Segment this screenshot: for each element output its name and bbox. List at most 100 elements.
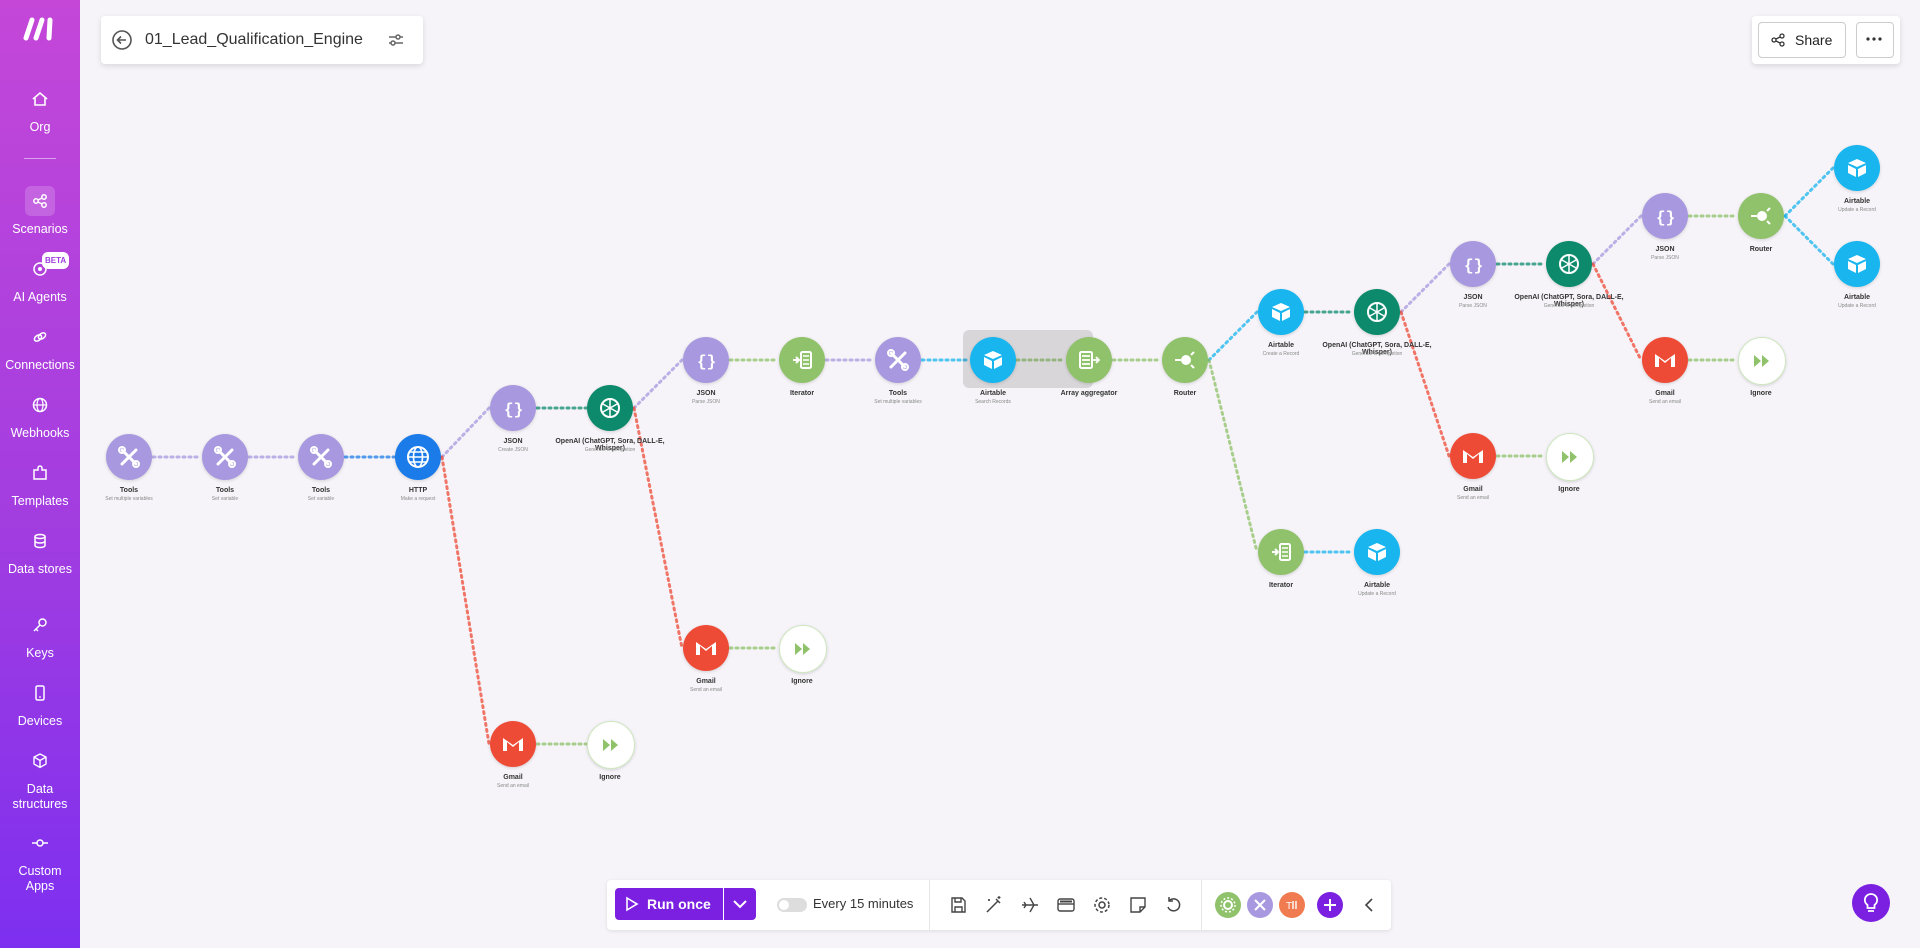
sidebar-item-label: Org xyxy=(29,120,51,134)
openai-icon[interactable] xyxy=(1546,241,1592,287)
airtable-icon[interactable] xyxy=(1834,145,1880,191)
save-icon[interactable] xyxy=(947,894,969,916)
sidebar-item-webhooks[interactable]: Webhooks xyxy=(0,390,80,441)
plane-icon[interactable] xyxy=(1019,894,1041,916)
toolbar-divider xyxy=(1201,880,1202,930)
sidebar-item-data-stores[interactable]: Data stores xyxy=(0,526,80,577)
lightbulb-icon xyxy=(1863,893,1879,912)
airtable-icon[interactable] xyxy=(1258,289,1304,335)
connection-n16-n21[interactable] xyxy=(1591,262,1643,362)
module-label: Router xyxy=(1749,246,1773,253)
sidebar-divider xyxy=(24,158,56,159)
sidebar-item-label: Data stores xyxy=(8,562,72,576)
sidebar-item-connections[interactable]: Connections xyxy=(0,322,80,373)
undo-icon[interactable] xyxy=(1163,894,1185,916)
module-label: Ignore xyxy=(1558,486,1580,493)
run-options-dropdown[interactable] xyxy=(724,888,756,920)
http-icon[interactable] xyxy=(395,434,441,480)
run-once-label: Run once xyxy=(647,896,711,912)
module-label: HTTP xyxy=(408,487,428,494)
module-action: Parse JSON xyxy=(1651,255,1679,261)
make-logo-icon[interactable] xyxy=(22,14,58,42)
openai-icon[interactable] xyxy=(587,385,633,431)
sidebar-item-devices[interactable]: Devices xyxy=(0,678,80,729)
add-module-icon[interactable] xyxy=(1317,892,1343,918)
tools-icon[interactable] xyxy=(298,434,344,480)
layout-icon[interactable] xyxy=(1055,894,1077,916)
ignore-icon[interactable] xyxy=(1738,337,1786,385)
custom-apps-icon xyxy=(25,828,55,858)
json-icon[interactable]: {} xyxy=(1450,241,1496,287)
module-action: Update a Record xyxy=(1838,303,1876,309)
help-button[interactable] xyxy=(1852,884,1890,922)
sidebar-item-label: Scenarios xyxy=(12,222,68,236)
module-action: Send an email xyxy=(690,687,722,693)
text-parser-icon[interactable]: T xyxy=(1279,892,1305,918)
beta-badge: BETA xyxy=(42,252,70,269)
module-action: Update a Record xyxy=(1838,207,1876,213)
schedule-toggle[interactable] xyxy=(777,898,807,912)
router-icon[interactable] xyxy=(1738,193,1784,239)
module-action: Generate a completion xyxy=(1351,351,1403,357)
iterator-icon[interactable] xyxy=(1258,529,1304,575)
module-action: Send an email xyxy=(497,783,529,789)
sidebar: Org Scenarios BETA AI Agents Connections… xyxy=(0,0,80,948)
schedule-label[interactable]: Every 15 minutes xyxy=(813,896,913,911)
module-label: Airtable xyxy=(1843,294,1871,301)
chevron-left-icon[interactable] xyxy=(1359,894,1381,916)
sidebar-item-templates[interactable]: Templates xyxy=(0,458,80,509)
airtable-icon[interactable] xyxy=(1834,241,1880,287)
openai-icon[interactable] xyxy=(1354,289,1400,335)
tools-icon[interactable] xyxy=(106,434,152,480)
json-icon[interactable]: {} xyxy=(490,385,536,431)
sidebar-item-label: Keys xyxy=(26,646,54,660)
sidebar-item-ai-agents[interactable]: BETA AI Agents xyxy=(0,252,80,305)
scenario-canvas[interactable]: Tools Set multiple variables Tools Set vari… xyxy=(80,0,1920,948)
connection-n14-n23[interactable] xyxy=(1399,310,1451,458)
bottom-toolbar: Run once Every 15 minutes T xyxy=(607,880,1391,930)
puzzle-icon xyxy=(25,458,55,488)
cube-icon xyxy=(25,746,55,776)
magic-wand-icon[interactable] xyxy=(983,894,1005,916)
connection-n18-n20[interactable] xyxy=(1783,214,1835,266)
tools-icon[interactable] xyxy=(1247,892,1273,918)
module-action: Search Records xyxy=(975,399,1011,405)
sidebar-item-custom-apps[interactable]: Custom Apps xyxy=(0,828,80,894)
gmail-icon[interactable] xyxy=(683,625,729,671)
sidebar-item-data-structures[interactable]: Data structures xyxy=(0,746,80,812)
note-icon[interactable] xyxy=(1127,894,1149,916)
module-label: Router xyxy=(1173,390,1197,397)
json-icon[interactable]: {} xyxy=(683,337,729,383)
run-once-button[interactable]: Run once xyxy=(615,888,723,920)
router-icon[interactable] xyxy=(1162,337,1208,383)
svg-text:{}: {} xyxy=(504,401,523,419)
phone-icon xyxy=(25,678,55,708)
module-action: Parse JSON xyxy=(692,399,720,405)
ignore-icon[interactable] xyxy=(1546,433,1594,481)
sidebar-item-scenarios[interactable]: Scenarios xyxy=(0,186,80,237)
sidebar-item-org[interactable]: Org xyxy=(0,84,80,135)
ignore-icon[interactable] xyxy=(587,721,635,769)
tools-icon[interactable] xyxy=(202,434,248,480)
module-action: Send an email xyxy=(1457,495,1489,501)
gear-icon[interactable] xyxy=(1091,894,1113,916)
sidebar-item-keys[interactable]: Keys xyxy=(0,610,80,661)
sidebar-item-label: Webhooks xyxy=(10,426,70,440)
flow-control-icon[interactable] xyxy=(1215,892,1241,918)
gmail-icon[interactable] xyxy=(1450,433,1496,479)
ignore-icon[interactable] xyxy=(779,625,827,673)
gmail-icon[interactable] xyxy=(1642,337,1688,383)
module-action: Make a request xyxy=(400,496,436,502)
iterator-icon[interactable] xyxy=(779,337,825,383)
aggregator-icon[interactable] xyxy=(1066,337,1112,383)
module-label: Ignore xyxy=(791,678,813,685)
sidebar-item-label: Devices xyxy=(17,714,63,728)
airtable-icon[interactable] xyxy=(1354,529,1400,575)
tools-icon[interactable] xyxy=(875,337,921,383)
json-icon[interactable]: {} xyxy=(1642,193,1688,239)
chevron-down-icon xyxy=(733,900,747,909)
airtable-icon[interactable] xyxy=(970,337,1016,383)
connection-n12-n25[interactable] xyxy=(1207,358,1259,554)
gmail-icon[interactable] xyxy=(490,721,536,767)
module-action: Send an email xyxy=(1649,399,1681,405)
